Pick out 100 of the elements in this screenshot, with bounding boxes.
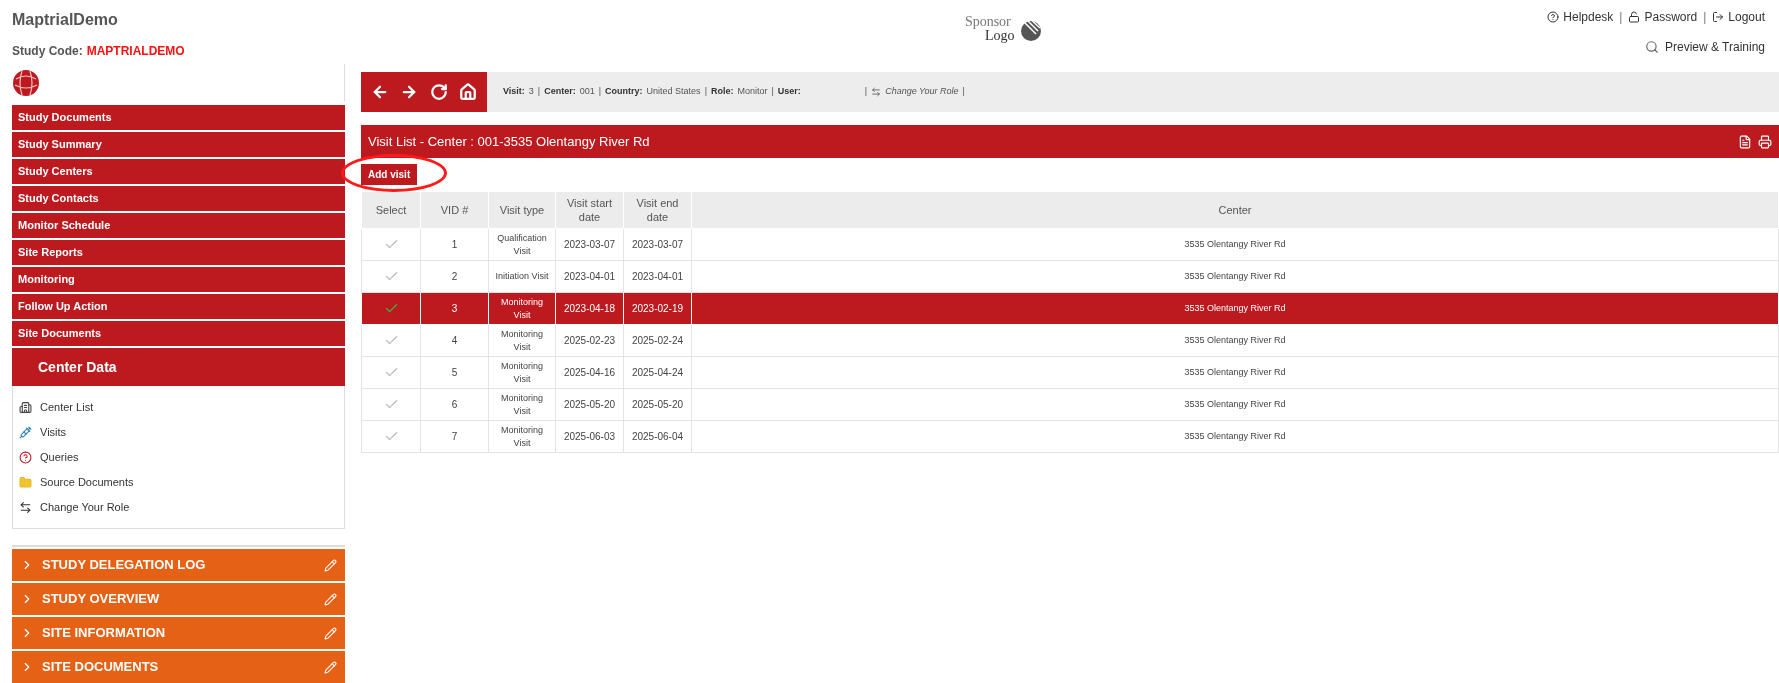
sidebar-menu-item[interactable]: Follow Up Action — [12, 294, 345, 319]
column-header: Visit start date — [555, 191, 624, 229]
edit-icon[interactable] — [324, 626, 337, 640]
building-icon — [19, 400, 32, 414]
sidebar-menu-item[interactable]: Study Contacts — [12, 186, 345, 211]
table-cell: 3535 Olentangy River Rd — [691, 228, 1779, 261]
accordion-section[interactable]: STUDY DELEGATION LOG — [12, 549, 345, 581]
padlock-icon — [1628, 11, 1641, 23]
sidebar-menu-item[interactable]: Site Reports — [12, 240, 345, 265]
refresh-icon[interactable] — [429, 83, 448, 101]
table-cell: 2023-03-07 — [623, 228, 692, 261]
sidebar-menu-item[interactable]: Study Centers — [12, 159, 345, 184]
swap-arrows-icon — [19, 500, 32, 514]
context-label: Country: — [605, 85, 643, 99]
table-cell: 6 — [420, 388, 489, 421]
printer-icon[interactable] — [1758, 134, 1772, 149]
table-cell: 5 — [420, 356, 489, 389]
table-cell: 2025-04-24 — [623, 356, 692, 389]
table-cell: Qualification Visit — [488, 228, 556, 261]
swap-arrows-icon — [871, 87, 882, 97]
column-header: Select — [361, 191, 421, 229]
separator: | — [704, 85, 707, 99]
context-label: Visit: — [503, 85, 525, 99]
folder-icon — [19, 475, 32, 489]
table-cell: 2023-04-01 — [623, 260, 692, 293]
sidebar-menu-item[interactable]: Study Summary — [12, 132, 345, 157]
accordion-section[interactable]: STUDY OVERVIEW — [12, 583, 345, 615]
table-cell: Monitoring Visit — [488, 420, 556, 453]
table-cell: 2025-06-03 — [555, 420, 624, 453]
table-cell: 7 — [420, 420, 489, 453]
preview-link[interactable]: Preview & Training — [1644, 38, 1765, 56]
context-label: User: — [777, 85, 801, 99]
accordion-section[interactable]: SITE DOCUMENTS — [12, 651, 345, 683]
context-value: Monitor — [737, 85, 768, 99]
table-cell: 3535 Olentangy River Rd — [691, 292, 1779, 325]
table-cell: 2025-02-23 — [555, 324, 624, 357]
accordion-section[interactable]: SITE INFORMATION — [12, 617, 345, 649]
table-cell: 3535 Olentangy River Rd — [691, 388, 1779, 421]
table-cell: Monitoring Visit — [488, 292, 556, 325]
header-link[interactable]: Password — [1628, 8, 1698, 26]
separator: | — [598, 85, 602, 99]
context-label: Center: — [544, 85, 576, 99]
edit-icon[interactable] — [324, 592, 337, 606]
center-data-link[interactable]: Queries — [19, 450, 338, 464]
syringe-icon — [19, 425, 32, 439]
table-cell: Monitoring Visit — [488, 324, 556, 357]
table-cell: 2025-02-24 — [623, 324, 692, 357]
context-label: Role: — [710, 85, 734, 99]
help-icon — [1547, 11, 1560, 23]
sidebar-menu-item[interactable]: Monitoring — [12, 267, 345, 292]
column-header: Visit end date — [623, 191, 692, 229]
pdf-document-icon[interactable] — [1738, 134, 1752, 149]
table-cell: 3535 Olentangy River Rd — [691, 324, 1779, 357]
table-cell: Monitoring Visit — [488, 388, 556, 421]
sponsor-logo: Sponsor Logo — [964, 14, 1045, 44]
separator: | — [1703, 9, 1707, 26]
study-code-label: Study Code: — [12, 43, 83, 60]
table-cell: 2023-04-01 — [555, 260, 624, 293]
center-data-link[interactable]: Change Your Role — [19, 500, 338, 514]
table-cell: 2025-05-20 — [555, 388, 624, 421]
table-cell: 3 — [420, 292, 489, 325]
table-cell: 2025-05-20 — [623, 388, 692, 421]
separator: | — [1619, 9, 1623, 26]
change-role-link[interactable]: Change Your Role — [885, 85, 959, 99]
context-value: United States — [646, 85, 701, 99]
context-value: 3 — [528, 85, 534, 99]
table-cell: 3535 Olentangy River Rd — [691, 356, 1779, 389]
center-data-link[interactable]: Center List — [19, 400, 338, 414]
app-title: MaptrialDemo — [12, 10, 119, 30]
edit-icon[interactable] — [324, 558, 337, 572]
column-header: Visit type — [488, 191, 556, 229]
add-visit-button[interactable]: Add visit — [361, 164, 418, 185]
table-cell: 2023-04-18 — [555, 292, 624, 325]
table-cell: 2025-04-16 — [555, 356, 624, 389]
edit-icon[interactable] — [324, 660, 337, 674]
header-link[interactable]: Logout — [1712, 8, 1765, 26]
table-cell: Initiation Visit — [488, 260, 556, 293]
study-code-value: MAPTRIALDEMO — [86, 43, 185, 60]
table-cell: 2023-03-07 — [555, 228, 624, 261]
table-cell: 4 — [420, 324, 489, 357]
table-cell: 2025-06-04 — [623, 420, 692, 453]
center-data-header: Center Data — [12, 348, 345, 386]
column-header: Center — [691, 191, 1779, 229]
header-link[interactable]: Helpdesk — [1547, 8, 1614, 26]
table-cell: 3535 Olentangy River Rd — [691, 420, 1779, 453]
home-icon[interactable] — [459, 83, 478, 101]
sidebar-menu-item[interactable]: Site Documents — [12, 321, 345, 346]
sidebar-menu-item[interactable]: Monitor Schedule — [12, 213, 345, 238]
separator: | — [771, 85, 774, 99]
table-cell: 2 — [420, 260, 489, 293]
separator: | — [864, 85, 868, 99]
panel-title: Visit List - Center : 001-3535 Olentangy River Rd — [368, 132, 651, 151]
column-header: VID # — [420, 191, 489, 229]
center-data-link[interactable]: Source Documents — [19, 475, 338, 489]
table-cell: 2023-02-19 — [623, 292, 692, 325]
sidebar-menu-item[interactable]: Study Documents — [12, 105, 345, 130]
separator: | — [537, 85, 541, 99]
table-cell: Monitoring Visit — [488, 356, 556, 389]
center-data-link[interactable]: Visits — [19, 425, 338, 439]
logout-icon — [1712, 11, 1725, 23]
